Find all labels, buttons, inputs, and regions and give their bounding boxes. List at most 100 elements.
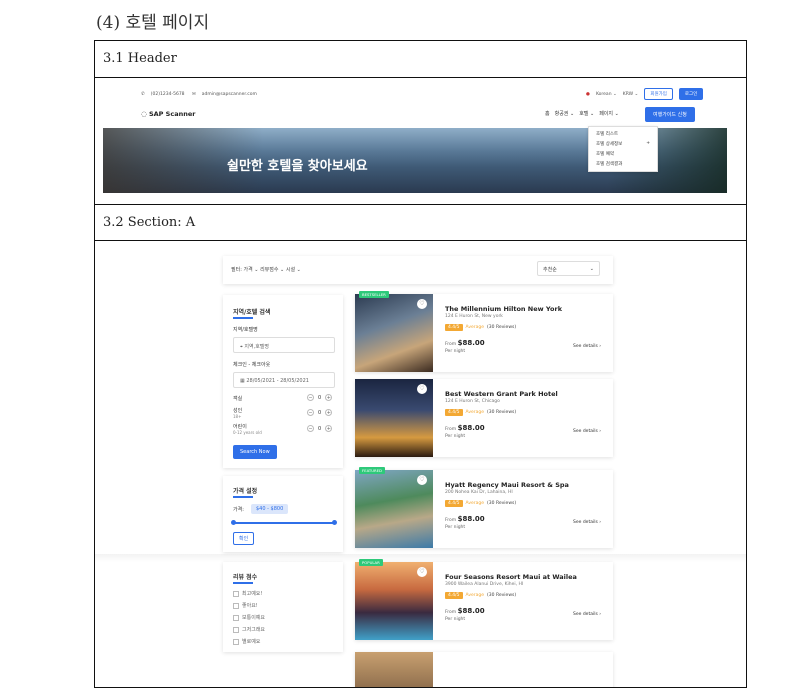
hotel-card[interactable]: FEATURED ♡ Hyatt Regency Maui Resort & S… <box>355 467 613 548</box>
checkbox[interactable] <box>233 638 239 645</box>
heart-icon[interactable]: ♡ <box>417 299 427 309</box>
hotel-dropdown-menu: 호텔 리스트 호텔 상세정보 + 호텔 예약 호텔 검색결과 <box>588 126 658 172</box>
review-count: (30 Reviews) <box>487 325 517 330</box>
dates-input[interactable]: ▦ 28/05/2021 - 28/05/2021 <box>233 372 335 388</box>
hotel-name[interactable]: Four Seasons Resort Maui at Wailea <box>445 573 577 581</box>
price-label: 가격: <box>233 507 244 513</box>
sort-select[interactable]: 추천순 ⌄ <box>537 261 600 276</box>
filter-facility[interactable]: 시설 ⌄ <box>286 267 301 273</box>
review-option[interactable]: 좋아요! <box>233 602 258 609</box>
review-option[interactable]: 그저그래요 <box>233 626 265 633</box>
hotel-card[interactable]: BESTSELLER ♡ The Millennium Hilton New Y… <box>355 291 613 372</box>
rating-word: Average <box>465 325 485 330</box>
dropdown-item-hotel-booking[interactable]: 호텔 예약 <box>589 149 657 159</box>
header-mockup: ✆ (02)1234-5678 ✉ admin@sapscanner.com ● K… <box>95 78 746 204</box>
section-label-header: 3.1 Header <box>95 41 746 78</box>
plus-icon[interactable]: + <box>325 394 333 401</box>
hotel-name[interactable]: Best Western Grant Park Hotel <box>445 390 558 398</box>
plus-icon[interactable]: + <box>325 425 333 432</box>
review-count: (30 Reviews) <box>487 410 517 415</box>
adults-stepper[interactable]: −0 + <box>307 409 333 416</box>
plus-icon[interactable]: + <box>325 409 333 416</box>
checkbox[interactable] <box>233 602 239 609</box>
heart-icon[interactable]: ♡ <box>417 567 427 577</box>
rating-badge: 4.4/5 <box>445 592 463 599</box>
nav-home[interactable]: 홈 <box>545 110 550 117</box>
dropdown-item-hotel-results[interactable]: 호텔 검색결과 <box>589 159 657 169</box>
price-panel: 가격 설정 가격: $40 - $800 확인 <box>223 476 343 552</box>
title-underline <box>233 496 253 498</box>
rating-badge: 4.4/5 <box>445 324 463 331</box>
review-count: (30 Reviews) <box>487 593 517 598</box>
see-details-link[interactable]: See details › <box>573 344 601 349</box>
hotel-name[interactable]: The Millennium Hilton New York <box>445 305 562 313</box>
hotel-card[interactable]: POPULAR ♡ Four Seasons Resort Maui at Wa… <box>355 559 613 640</box>
per-night: Per night <box>445 525 466 530</box>
dropdown-item-hotel-detail[interactable]: 호텔 상세정보 + <box>589 139 657 149</box>
heart-icon[interactable]: ♡ <box>417 475 427 485</box>
phone-icon: ✆ <box>141 92 145 97</box>
price-slider[interactable] <box>231 520 337 525</box>
signup-button[interactable]: 회원가입 <box>644 88 673 100</box>
price: From $88.00 <box>445 515 485 523</box>
section-a-mockup: 필터: 가격 ⌄ 리뷰점수 ⌄ 시설 ⌄ 추천순 ⌄ 지역/호텔 검색 지역/호텔… <box>95 242 746 687</box>
guide-apply-button[interactable]: 여행가이드 신청 <box>645 107 695 122</box>
review-option[interactable]: 최고예요! <box>233 590 262 597</box>
hero-title: 쉴만한 호텔을 찾아보세요 <box>227 159 368 174</box>
see-details-link[interactable]: See details › <box>573 520 601 525</box>
slider-handle-max[interactable] <box>332 520 337 525</box>
dates-label: 체크인 - 체크아웃 <box>233 362 271 368</box>
nav-hotels[interactable]: 호텔 ⌄ <box>579 110 594 117</box>
see-details-link[interactable]: See details › <box>573 429 601 434</box>
search-now-button[interactable]: Search Now <box>233 445 277 459</box>
region-input[interactable]: ⌖ 지역,호텔명 <box>233 337 335 353</box>
logo-icon: ◌ <box>141 110 147 118</box>
rooms-label: 객실 <box>233 396 243 402</box>
review-option[interactable]: 보통이예요 <box>233 614 265 621</box>
hotel-name[interactable]: Hyatt Regency Maui Resort & Spa <box>445 481 569 489</box>
rooms-stepper[interactable]: −0 + <box>307 394 333 401</box>
see-details-link[interactable]: See details › <box>573 612 601 617</box>
phone-number[interactable]: (02)1234-5678 <box>151 92 185 97</box>
logo[interactable]: ◌ SAP Scanner <box>141 110 195 118</box>
hotel-address: 3900 Wailea Alanui Drive, Kihei, HI <box>445 582 524 587</box>
spec-table: 3.1 Header ✆ (02)1234-5678 ✉ admin@sapscan… <box>94 40 747 688</box>
rating-badge: 4.4/5 <box>445 500 463 507</box>
search-panel-title: 지역/호텔 검색 <box>233 309 271 316</box>
minus-icon[interactable]: − <box>307 425 314 432</box>
filter-review[interactable]: 리뷰점수 ⌄ <box>260 267 284 273</box>
checkbox[interactable] <box>233 614 239 621</box>
price: From $88.00 <box>445 424 485 432</box>
children-stepper[interactable]: −0 + <box>307 425 333 432</box>
price-confirm-button[interactable]: 확인 <box>233 532 255 545</box>
login-button[interactable]: 로그인 <box>678 88 704 100</box>
minus-icon[interactable]: − <box>307 409 314 416</box>
email-address[interactable]: admin@sapscanner.com <box>202 92 257 97</box>
dropdown-item-hotel-list[interactable]: 호텔 리스트 <box>589 129 657 139</box>
price: From $88.00 <box>445 607 485 615</box>
currency-select[interactable]: KRW ⌄ <box>623 92 639 97</box>
checkbox[interactable] <box>233 626 239 633</box>
hotel-card[interactable]: ♡ Best Western Grant Park Hotel 124 E Hu… <box>355 379 613 457</box>
language-select[interactable]: Korean ⌄ <box>596 92 617 97</box>
hotel-card[interactable] <box>355 652 613 687</box>
filter-price[interactable]: 가격 ⌄ <box>243 267 258 273</box>
heart-icon[interactable]: ♡ <box>417 384 427 394</box>
nav-flights[interactable]: 항공권 ⌄ <box>555 110 575 117</box>
filter-bar: 필터: 가격 ⌄ 리뷰점수 ⌄ 시설 ⌄ 추천순 ⌄ <box>223 256 613 284</box>
flag-icon: ● <box>586 91 590 97</box>
minus-icon[interactable]: − <box>307 394 314 401</box>
checkbox[interactable] <box>233 590 239 597</box>
review-option[interactable]: 별로예요 <box>233 638 260 645</box>
search-panel: 지역/호텔 검색 지역/호텔명 ⌖ 지역,호텔명 체크인 - 체크아웃 ▦ 28… <box>223 295 343 468</box>
hotel-address: 124 E Huron St, New york <box>445 314 503 319</box>
filter-label: 필터: <box>231 267 242 273</box>
hotel-badge: POPULAR <box>359 559 383 566</box>
nav-pages[interactable]: 페이지 ⌄ <box>599 110 619 117</box>
slider-handle-min[interactable] <box>231 520 236 525</box>
hotel-address: 200 Nohea Kai Dr, Lahaina, HI <box>445 490 513 495</box>
section-label-a: 3.2 Section: A <box>95 204 746 241</box>
hotel-badge: FEATURED <box>359 467 385 474</box>
rating-row: 4.4/5 Average (30 Reviews) <box>445 324 516 331</box>
hotel-image[interactable] <box>355 652 433 687</box>
